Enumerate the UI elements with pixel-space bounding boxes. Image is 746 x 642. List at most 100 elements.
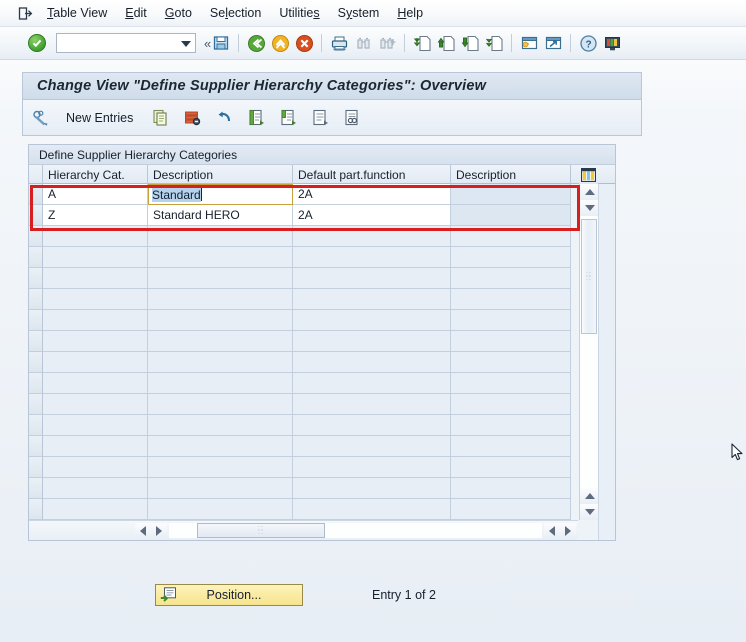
table-row-empty[interactable] (29, 226, 578, 247)
cell-description-2-empty[interactable] (451, 373, 571, 394)
scroll-down-button[interactable] (580, 504, 599, 520)
column-header-description-2[interactable]: Description (451, 165, 571, 184)
new-entries-button[interactable]: New Entries (59, 106, 142, 130)
hscroll-page-left-button[interactable] (544, 523, 560, 538)
cell-default-part-function-empty[interactable] (293, 331, 451, 352)
horizontal-scroll-track[interactable]: :::: (169, 523, 542, 538)
last-page-button[interactable] (483, 32, 505, 54)
cell-hierarchy-cat-empty[interactable] (43, 247, 148, 268)
menu-selection[interactable]: Selection (201, 4, 270, 22)
cell-hierarchy-cat[interactable]: Z (43, 205, 148, 226)
hscroll-page-right-button[interactable] (560, 523, 576, 538)
cell-description-2-empty[interactable] (451, 289, 571, 310)
previous-page-button[interactable] (435, 32, 457, 54)
table-row-empty[interactable] (29, 478, 578, 499)
table-row-empty[interactable] (29, 394, 578, 415)
cell-default-part-function-empty[interactable] (293, 310, 451, 331)
table-row-empty[interactable] (29, 436, 578, 457)
cell-description-2-empty[interactable] (451, 310, 571, 331)
table-row-empty[interactable] (29, 331, 578, 352)
create-session-button[interactable] (518, 32, 540, 54)
scroll-page-up-button[interactable] (580, 200, 599, 216)
cell-default-part-function-empty[interactable] (293, 226, 451, 247)
cell-default-part-function-empty[interactable] (293, 394, 451, 415)
cell-description-empty[interactable] (148, 268, 293, 289)
cell-hierarchy-cat-empty[interactable] (43, 268, 148, 289)
cell-hierarchy-cat-empty[interactable] (43, 415, 148, 436)
select-all-button[interactable] (242, 106, 270, 130)
save-button[interactable] (210, 32, 232, 54)
table-row-empty[interactable] (29, 268, 578, 289)
details-button[interactable] (27, 106, 55, 130)
vertical-scroll-track[interactable]: :::: (580, 216, 599, 488)
help-button[interactable]: ? (577, 32, 599, 54)
chevron-down-icon[interactable] (181, 41, 191, 47)
cell-default-part-function-empty[interactable] (293, 268, 451, 289)
table-row-empty[interactable] (29, 289, 578, 310)
back-button[interactable] (245, 32, 267, 54)
scroll-up-button[interactable] (580, 184, 599, 200)
select-block-button[interactable] (306, 106, 334, 130)
find-button[interactable] (352, 32, 374, 54)
hscroll-right-button[interactable] (151, 523, 167, 538)
cell-hierarchy-cat-empty[interactable] (43, 499, 148, 520)
cell-description-2-empty[interactable] (451, 247, 571, 268)
menu-help[interactable]: Help (388, 4, 432, 22)
cell-default-part-function-empty[interactable] (293, 289, 451, 310)
cell-description-2-empty[interactable] (451, 457, 571, 478)
row-selector[interactable] (29, 184, 43, 205)
row-selector[interactable] (29, 289, 43, 310)
column-header-hierarchy-cat[interactable]: Hierarchy Cat. (43, 165, 148, 184)
cell-description-empty[interactable] (148, 331, 293, 352)
row-selector[interactable] (29, 310, 43, 331)
cell-default-part-function[interactable]: 2A (293, 205, 451, 226)
cell-hierarchy-cat[interactable]: A (43, 184, 148, 205)
command-field[interactable] (56, 33, 196, 53)
scroll-page-down-button[interactable] (580, 488, 599, 504)
cell-description[interactable]: Standard HERO (148, 205, 293, 226)
cell-description-empty[interactable] (148, 457, 293, 478)
table-row-empty[interactable] (29, 415, 578, 436)
cell-default-part-function-empty[interactable] (293, 436, 451, 457)
row-selector[interactable] (29, 436, 43, 457)
cell-description-2-empty[interactable] (451, 268, 571, 289)
horizontal-scrollbar[interactable]: :::: (29, 520, 578, 540)
cell-description-empty[interactable] (148, 226, 293, 247)
cell-default-part-function-empty[interactable] (293, 499, 451, 520)
table-row[interactable]: A Standard 2A (29, 184, 578, 205)
cell-description-empty[interactable] (148, 352, 293, 373)
row-selector[interactable] (29, 373, 43, 394)
table-row-empty[interactable] (29, 310, 578, 331)
cell-default-part-function-empty[interactable] (293, 457, 451, 478)
cell-description-2-empty[interactable] (451, 352, 571, 373)
position-button[interactable]: Position... (155, 584, 303, 606)
cell-description-input[interactable]: Standard (148, 184, 293, 205)
cell-hierarchy-cat-empty[interactable] (43, 226, 148, 247)
hscroll-left-button[interactable] (135, 523, 151, 538)
cell-hierarchy-cat-empty[interactable] (43, 289, 148, 310)
row-selector[interactable] (29, 268, 43, 289)
menu-system[interactable]: System (329, 4, 389, 22)
exit-button[interactable] (269, 32, 291, 54)
cell-hierarchy-cat-empty[interactable] (43, 478, 148, 499)
row-selector[interactable] (29, 247, 43, 268)
row-selector[interactable] (29, 205, 43, 226)
cell-description-empty[interactable] (148, 394, 293, 415)
row-selector[interactable] (29, 457, 43, 478)
cell-default-part-function-empty[interactable] (293, 373, 451, 394)
delete-button[interactable] (178, 106, 206, 130)
cell-description-2-empty[interactable] (451, 331, 571, 352)
first-page-button[interactable] (411, 32, 433, 54)
find-next-button[interactable] (376, 32, 398, 54)
cell-hierarchy-cat-empty[interactable] (43, 373, 148, 394)
cell-description-2-empty[interactable] (451, 415, 571, 436)
cell-description-2-empty[interactable] (451, 226, 571, 247)
cell-description-empty[interactable] (148, 436, 293, 457)
cell-hierarchy-cat-empty[interactable] (43, 457, 148, 478)
row-selector[interactable] (29, 478, 43, 499)
cell-hierarchy-cat-empty[interactable] (43, 394, 148, 415)
cell-default-part-function[interactable]: 2A (293, 184, 451, 205)
cell-hierarchy-cat-empty[interactable] (43, 331, 148, 352)
cell-default-part-function-empty[interactable] (293, 478, 451, 499)
print-button[interactable] (328, 32, 350, 54)
